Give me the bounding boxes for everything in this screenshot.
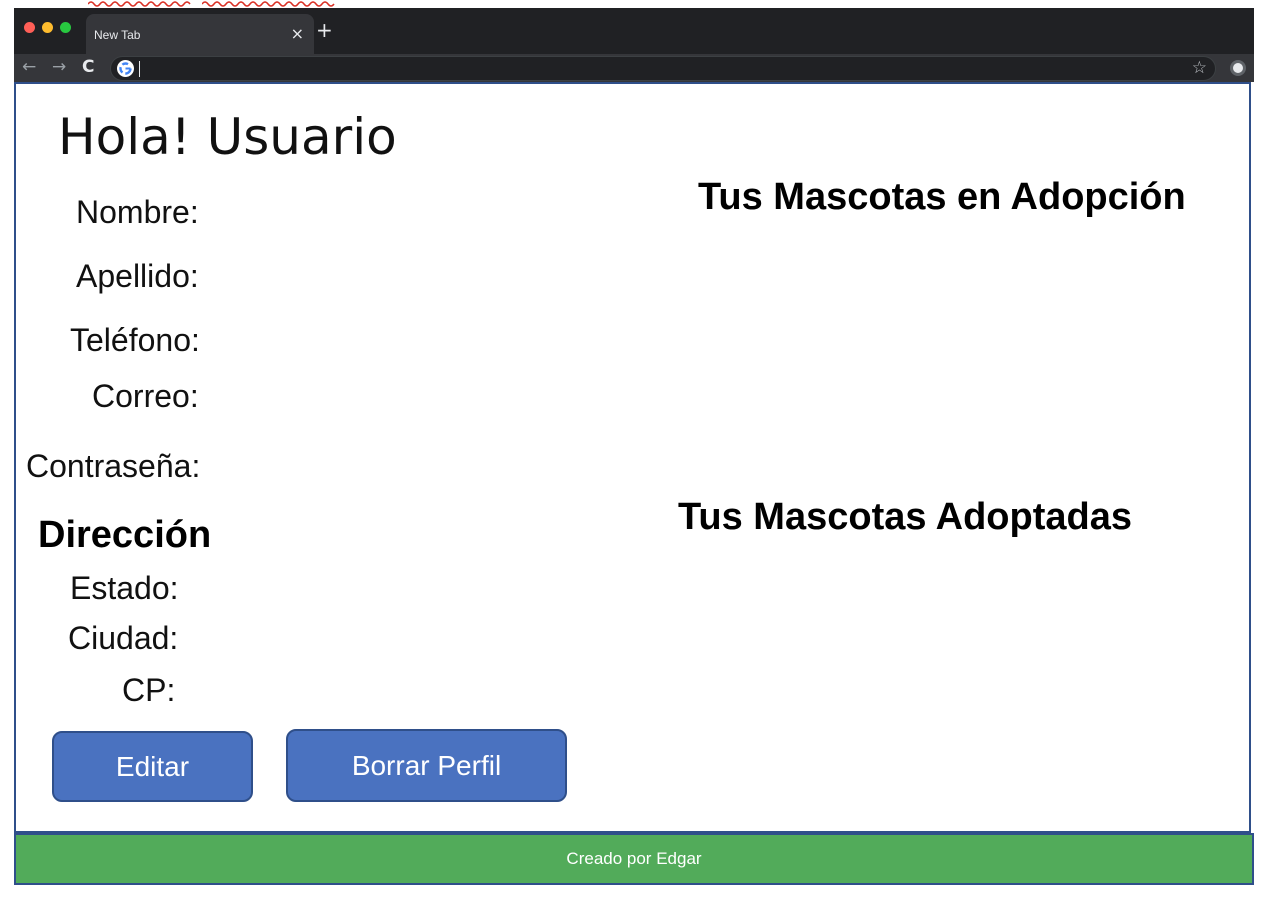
- text-caret: [139, 61, 140, 77]
- pets-in-adoption-title: Tus Mascotas en Adopción: [698, 176, 1186, 218]
- edit-button[interactable]: Editar: [52, 731, 253, 802]
- profile-avatar-icon[interactable]: [1230, 60, 1246, 76]
- forward-icon[interactable]: →: [52, 57, 66, 77]
- new-tab-icon[interactable]: +: [316, 18, 333, 42]
- browser-chrome: New Tab × + ← → C ☆: [14, 8, 1254, 82]
- browser-toolbar: ← → C ☆: [14, 54, 1254, 82]
- back-icon[interactable]: ←: [22, 57, 36, 77]
- spellcheck-squiggle-icon: [88, 1, 191, 7]
- correo-label: Correo:: [92, 378, 199, 414]
- footer: Creado por Edgar: [14, 833, 1254, 885]
- reload-icon[interactable]: C: [82, 57, 94, 77]
- minimize-window-icon[interactable]: [42, 22, 53, 33]
- ciudad-label: Ciudad:: [68, 620, 179, 656]
- address-section-title: Dirección: [38, 514, 212, 556]
- browser-tab[interactable]: New Tab ×: [86, 14, 314, 54]
- spellcheck-squiggle-icon: [202, 1, 335, 7]
- estado-label: Estado:: [70, 570, 179, 606]
- page-content: Hola! Usuario Nombre: Apellido: Teléfono…: [14, 82, 1251, 833]
- maximize-window-icon[interactable]: [60, 22, 71, 33]
- google-icon: [117, 60, 134, 77]
- contrasena-label: Contraseña:: [26, 448, 201, 484]
- nombre-label: Nombre:: [76, 194, 199, 230]
- bookmark-star-icon[interactable]: ☆: [1192, 58, 1207, 78]
- cp-label: CP:: [122, 672, 176, 708]
- telefono-label: Teléfono:: [70, 322, 200, 358]
- footer-credit: Creado por Edgar: [566, 849, 702, 868]
- address-bar[interactable]: ☆: [110, 56, 1216, 81]
- delete-profile-button[interactable]: Borrar Perfil: [286, 729, 567, 802]
- close-tab-icon[interactable]: ×: [291, 24, 304, 43]
- apellido-label: Apellido:: [76, 258, 199, 294]
- pets-adopted-title: Tus Mascotas Adoptadas: [678, 496, 1132, 538]
- tab-title: New Tab: [94, 28, 141, 42]
- close-window-icon[interactable]: [24, 22, 35, 33]
- page-title: Hola! Usuario: [58, 108, 397, 166]
